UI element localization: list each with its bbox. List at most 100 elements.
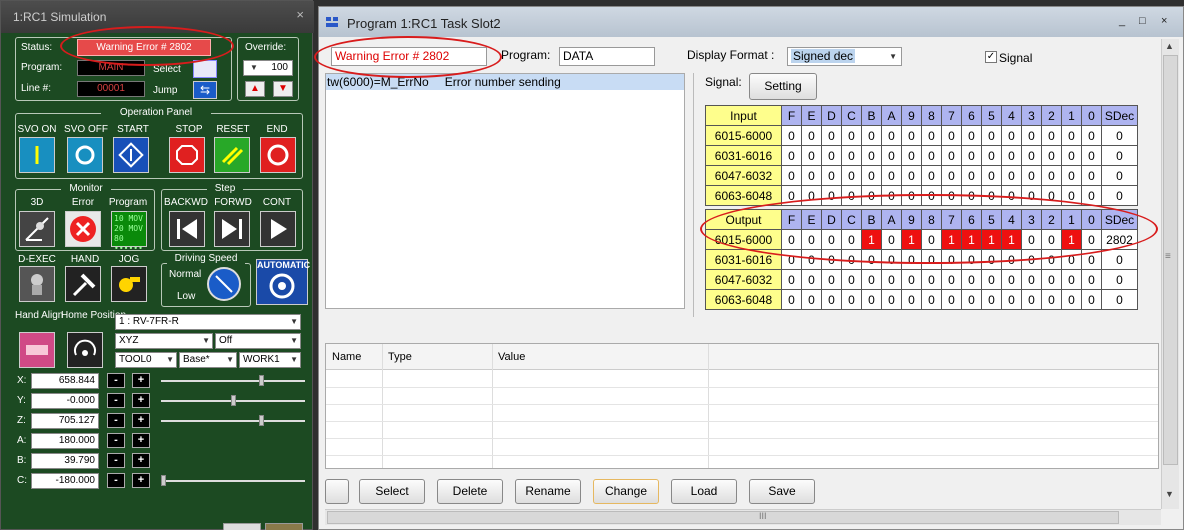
bit-cell[interactable]: 0 <box>881 269 902 290</box>
bit-cell[interactable]: 0 <box>821 269 842 290</box>
bit-cell[interactable]: 0 <box>1081 229 1102 250</box>
bit-cell[interactable]: 0 <box>781 269 802 290</box>
bit-cell[interactable]: 0 <box>821 165 842 186</box>
speed-dial[interactable] <box>207 267 241 301</box>
override-select[interactable]: ▼ 100 <box>243 60 293 76</box>
coord-slider-track[interactable] <box>161 380 305 382</box>
bit-cell[interactable]: 0 <box>1041 125 1062 146</box>
bit-cell[interactable]: 0 <box>1061 185 1082 206</box>
bit-cell[interactable]: 0 <box>881 289 902 310</box>
svo-on-button[interactable] <box>19 137 55 173</box>
bottom-tool-icon[interactable] <box>223 523 261 530</box>
bit-cell[interactable]: 0 <box>861 249 882 270</box>
coord-plus-button[interactable]: + <box>132 453 150 468</box>
bit-cell[interactable]: 0 <box>801 145 822 166</box>
close-icon[interactable]: × <box>296 7 304 22</box>
bit-cell[interactable]: 0 <box>901 125 922 146</box>
stop-button[interactable] <box>169 137 205 173</box>
coord-value[interactable]: -180.000 <box>31 473 99 489</box>
coord-slider-track[interactable] <box>161 480 305 482</box>
bit-cell[interactable]: 0 <box>1041 229 1062 250</box>
bit-cell[interactable]: 0 <box>821 289 842 310</box>
bit-cell[interactable]: 0 <box>841 165 862 186</box>
home-position-button[interactable] <box>67 332 103 368</box>
program-value[interactable]: MAIN <box>77 60 145 76</box>
coord-minus-button[interactable]: - <box>107 413 125 428</box>
scroll-up-icon[interactable]: ▲ <box>1165 41 1174 51</box>
coord-slider-knob[interactable] <box>259 375 264 386</box>
bit-cell[interactable]: 0 <box>841 229 862 250</box>
bit-cell[interactable]: 0 <box>901 249 922 270</box>
bit-cell[interactable]: 0 <box>921 229 942 250</box>
hand-align-button[interactable] <box>19 332 55 368</box>
coord-minus-button[interactable]: - <box>107 433 125 448</box>
signal-checkbox[interactable]: ✓ <box>985 51 997 63</box>
off-select[interactable]: Off ▼ <box>215 333 301 349</box>
coord-minus-button[interactable]: - <box>107 393 125 408</box>
end-button[interactable] <box>260 137 296 173</box>
coord-plus-button[interactable]: + <box>132 393 150 408</box>
bit-cell[interactable]: 0 <box>941 165 962 186</box>
change-button[interactable]: Change <box>593 479 659 504</box>
bit-cell[interactable]: 0 <box>921 125 942 146</box>
bit-cell[interactable]: 0 <box>901 165 922 186</box>
bit-cell[interactable]: 0 <box>941 185 962 206</box>
coord-slider-knob[interactable] <box>259 415 264 426</box>
reset-button[interactable] <box>214 137 250 173</box>
bit-cell[interactable]: 0 <box>881 185 902 206</box>
rename-button[interactable]: Rename <box>515 479 581 504</box>
bit-cell[interactable]: 0 <box>1061 289 1082 310</box>
bit-cell[interactable]: 0 <box>821 185 842 206</box>
backwd-button[interactable] <box>169 211 205 247</box>
bit-cell[interactable]: 0 <box>901 289 922 310</box>
dexec-button[interactable] <box>19 266 55 302</box>
coord-value[interactable]: 180.000 <box>31 433 99 449</box>
bit-cell[interactable]: 0 <box>801 229 822 250</box>
bit-cell[interactable]: 0 <box>1041 185 1062 206</box>
bit-cell[interactable]: 0 <box>981 165 1002 186</box>
bit-cell[interactable]: 0 <box>921 289 942 310</box>
hand-button[interactable] <box>65 266 101 302</box>
coord-value[interactable]: -0.000 <box>31 393 99 409</box>
bit-cell[interactable]: 0 <box>981 289 1002 310</box>
bit-cell[interactable]: 0 <box>881 125 902 146</box>
bit-cell[interactable]: 0 <box>781 229 802 250</box>
code-editor[interactable]: tw(6000)=M_ErrNo Error number sending <box>325 73 685 309</box>
delete-button[interactable]: Delete <box>437 479 503 504</box>
robot-select[interactable]: 1 : RV-7FR-R ▼ <box>115 314 301 330</box>
bit-cell[interactable]: 1 <box>901 229 922 250</box>
bit-cell[interactable]: 0 <box>781 165 802 186</box>
bit-cell[interactable]: 0 <box>1001 249 1022 270</box>
bit-cell[interactable]: 0 <box>1061 249 1082 270</box>
bit-cell[interactable]: 0 <box>841 249 862 270</box>
bit-cell[interactable]: 0 <box>781 185 802 206</box>
bit-cell[interactable]: 0 <box>1061 145 1082 166</box>
coord-minus-button[interactable]: - <box>107 453 125 468</box>
bit-cell[interactable]: 0 <box>1061 165 1082 186</box>
bit-cell[interactable]: 0 <box>801 269 822 290</box>
bit-cell[interactable]: 0 <box>941 125 962 146</box>
bit-cell[interactable]: 0 <box>881 165 902 186</box>
bit-cell[interactable]: 0 <box>1081 165 1102 186</box>
bit-cell[interactable]: 1 <box>1061 229 1082 250</box>
forwd-button[interactable] <box>214 211 250 247</box>
bit-cell[interactable]: 0 <box>961 185 982 206</box>
hscroll-thumb[interactable] <box>327 511 1119 524</box>
start-button[interactable] <box>113 137 149 173</box>
bit-cell[interactable]: 0 <box>1081 289 1102 310</box>
bit-cell[interactable]: 0 <box>1081 125 1102 146</box>
bit-cell[interactable]: 0 <box>801 165 822 186</box>
bit-cell[interactable]: 0 <box>921 269 942 290</box>
jump-icon[interactable]: ⇆ <box>193 81 217 99</box>
program-monitor-button[interactable]: 10 MOV 20 MOV 80 •••••• <box>111 211 147 253</box>
bit-cell[interactable]: 0 <box>981 269 1002 290</box>
setting-button[interactable]: Setting <box>749 73 817 100</box>
load-button[interactable]: Load <box>671 479 737 504</box>
bit-cell[interactable]: 0 <box>841 185 862 206</box>
bit-cell[interactable]: 0 <box>1041 249 1062 270</box>
pane-splitter[interactable] <box>693 73 694 317</box>
column-type[interactable]: Type <box>388 351 412 363</box>
bit-cell[interactable]: 0 <box>821 229 842 250</box>
bit-cell[interactable]: 0 <box>921 249 942 270</box>
bit-cell[interactable]: 0 <box>1081 185 1102 206</box>
